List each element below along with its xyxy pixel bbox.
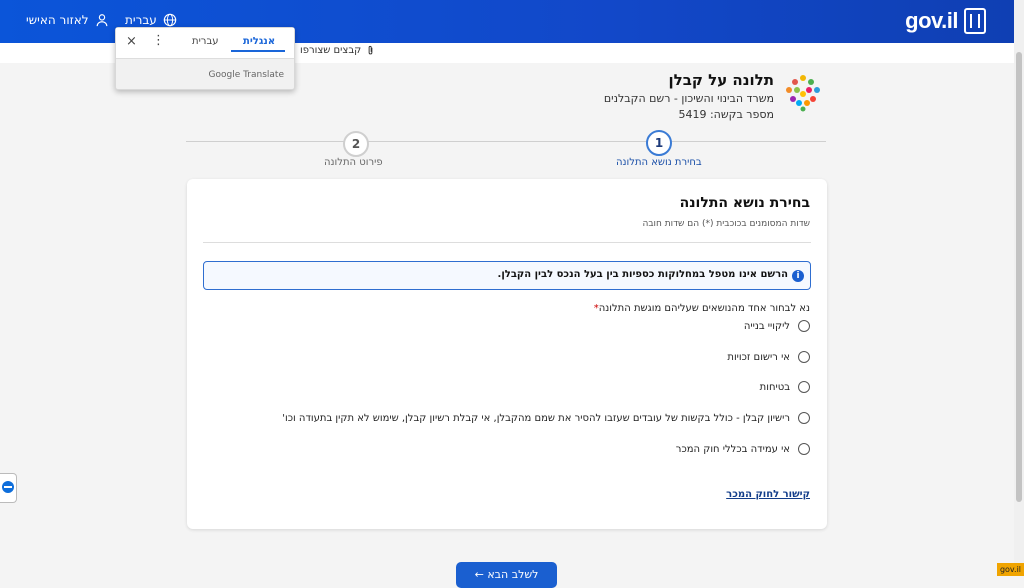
radio-button[interactable] (798, 443, 810, 455)
scrollbar-thumb[interactable] (1016, 52, 1022, 502)
option-label: ליקויי בנייה (743, 320, 790, 332)
google-translate-popup: × ⋮ עברית אנגלית Google Translate (115, 27, 295, 90)
tab-english[interactable]: אנגלית (243, 36, 275, 47)
radio-option-sale-law[interactable]: אי עמידה בכללי חוק המכר (676, 443, 810, 455)
google-translate-label: Google Translate (208, 70, 284, 80)
gov-brand-logo[interactable]: gov.il (905, 8, 986, 34)
active-tab-indicator (231, 50, 285, 52)
state-emblem-icon (964, 8, 986, 34)
step-2-indicator: 2 (343, 131, 369, 157)
teamviewer-tab[interactable] (0, 473, 17, 503)
radio-button[interactable] (798, 320, 810, 332)
close-icon[interactable]: × (126, 34, 137, 49)
complaint-topic-question: נא לבחור אחד מהנושאים שעליהם מוגשת התלונ… (594, 303, 810, 314)
page-title-block: תלונה על קבלן משרד הבינוי והשיכון - רשם … (604, 71, 774, 121)
radio-button[interactable] (798, 412, 810, 424)
language-label: עברית (125, 13, 157, 27)
radio-button[interactable] (798, 351, 810, 363)
vertical-scrollbar[interactable] (1014, 0, 1024, 576)
translate-tabs-bar: × ⋮ עברית אנגלית (116, 28, 294, 59)
personal-area-label: לאזור האישי (26, 13, 89, 27)
divider (203, 242, 811, 243)
option-label: אי רישום זכויות (727, 351, 790, 363)
ministry-logo (786, 75, 820, 112)
stepper-line (186, 141, 826, 142)
sale-law-link[interactable]: קישור לחוק המכר (726, 489, 810, 500)
step-2-label: פירוט התלונה (324, 157, 383, 168)
form-card: בחירת נושא התלונה שדות המסומנים בכוכבית … (187, 179, 827, 529)
paperclip-icon (368, 45, 373, 55)
request-number: מספר בקשה: 5419 (678, 108, 774, 121)
radio-option-contractor-license[interactable]: רישיון קבלן - כולל בקשות של עובדים שעזבו… (282, 412, 810, 424)
step-1-label: בחירת נושא התלונה (616, 157, 702, 168)
tab-hebrew[interactable]: עברית (192, 36, 219, 47)
attachments-link[interactable]: קבצים שצורפו (300, 45, 376, 56)
option-label: בטיחות (759, 381, 790, 393)
step-1-indicator: 1 (646, 130, 672, 156)
radio-button[interactable] (798, 381, 810, 393)
personal-area-link[interactable]: לאזור האישי (26, 13, 109, 27)
info-alert-text: הרשם אינו מטפל במחלוקות כספיות בין בעל ה… (497, 269, 788, 280)
gov-badge: gov.il (997, 563, 1024, 576)
info-alert: i הרשם אינו מטפל במחלוקות כספיות בין בעל… (203, 261, 811, 290)
page-title: תלונה על קבלן (668, 71, 775, 89)
required-fields-note: שדות המסומנים בכוכבית (*) הם שדות חובה (642, 219, 810, 229)
attachments-label: קבצים שצורפו (300, 45, 362, 56)
info-icon: i (792, 270, 804, 282)
card-heading: בחירת נושא התלונה (679, 195, 810, 211)
more-options-icon[interactable]: ⋮ (152, 33, 165, 48)
question-text: נא לבחור אחד מהנושאים שעליהם מוגשת התלונ… (598, 303, 810, 314)
next-step-button[interactable]: לשלב הבא ← (456, 562, 557, 588)
language-selector[interactable]: עברית (125, 13, 177, 27)
option-label: אי עמידה בכללי חוק המכר (675, 443, 790, 455)
user-icon (96, 14, 107, 27)
brand-text: gov.il (905, 8, 958, 33)
radio-option-safety[interactable]: בטיחות (760, 381, 810, 393)
teamviewer-icon (2, 481, 14, 493)
radio-option-rights-registration[interactable]: אי רישום זכויות (727, 351, 810, 363)
globe-icon (163, 13, 177, 27)
option-label: רישיון קבלן - כולל בקשות של עובדים שעזבו… (282, 412, 790, 424)
radio-option-construction-defects[interactable]: ליקויי בנייה (744, 320, 810, 332)
ministry-name: משרד הבינוי והשיכון - רשם הקבלנים (603, 92, 774, 105)
